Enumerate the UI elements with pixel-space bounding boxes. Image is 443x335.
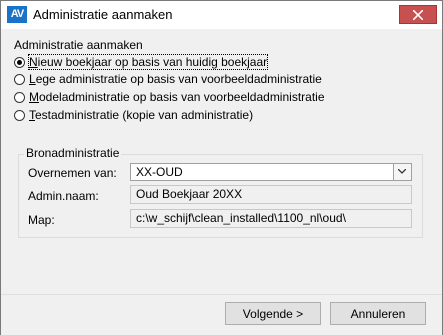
overnemen-selected-value: XX-OUD [136, 165, 183, 179]
title-bar[interactable]: AV Administratie aanmaken [1, 1, 442, 29]
radio-label[interactable]: Modeladministratie op basis van voorbeel… [29, 90, 325, 104]
map-field: c:\w_schijf\clean_installed\1100_nl\oud\ [130, 209, 412, 228]
radio-option-new-fiscal-year[interactable]: Nieuw boekjaar op basis van huidig boekj… [14, 54, 269, 70]
radio-label[interactable]: Nieuw boekjaar op basis van huidig boekj… [27, 54, 269, 70]
dropdown-arrow-button[interactable] [393, 164, 411, 180]
cancel-button[interactable]: Annuleren [330, 302, 426, 325]
radio-label[interactable]: Lege administratie op basis van voorbeel… [29, 72, 322, 86]
options-group-caption: Administratie aanmaken [14, 38, 143, 52]
radio-button-checked[interactable] [14, 56, 25, 68]
radio-button[interactable] [14, 73, 25, 85]
admin-naam-label: Admin.naam: [28, 189, 99, 203]
source-groupbox-caption: Bronadministratie [24, 146, 122, 160]
window-title: Administratie aanmaken [33, 7, 173, 22]
overnemen-dropdown[interactable]: XX-OUD [130, 163, 412, 181]
chevron-down-icon [398, 169, 406, 174]
radio-button[interactable] [14, 109, 25, 121]
radio-option-model-administration[interactable]: Modeladministratie op basis van voorbeel… [14, 89, 325, 105]
radio-option-test-administration[interactable]: Testadministratie (kopie van administrat… [14, 107, 253, 123]
overnemen-label: Overnemen van: [28, 166, 117, 180]
dialog-window: AV Administratie aanmaken Administratie … [0, 0, 443, 335]
radio-label[interactable]: Testadministratie (kopie van administrat… [29, 108, 253, 122]
radio-button[interactable] [14, 91, 25, 103]
close-button[interactable] [399, 5, 437, 24]
radio-option-empty-administration[interactable]: Lege administratie op basis van voorbeel… [14, 71, 322, 87]
admin-naam-field: Oud Boekjaar 20XX [130, 185, 412, 204]
app-logo-icon: AV [7, 6, 27, 23]
close-icon [413, 10, 423, 20]
map-label: Map: [28, 213, 55, 227]
next-button[interactable]: Volgende > [225, 302, 321, 325]
